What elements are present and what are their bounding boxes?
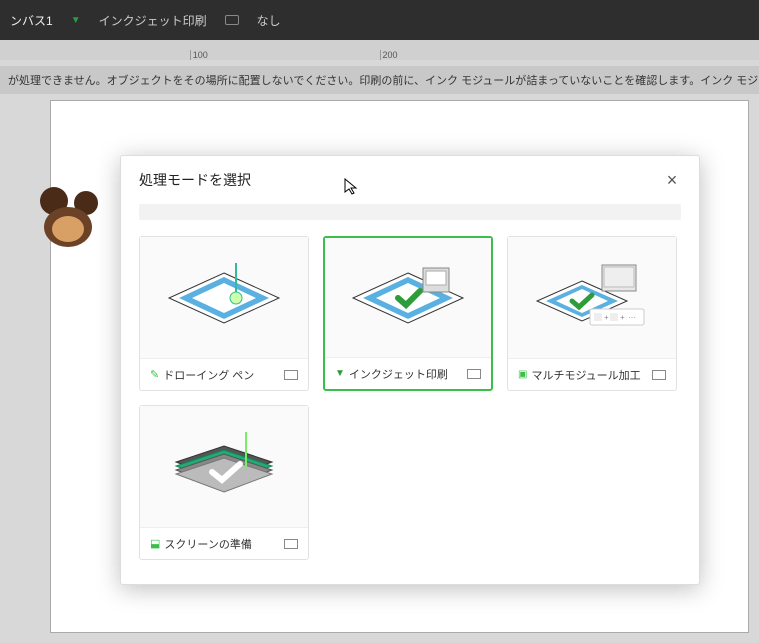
card-image: [140, 237, 308, 358]
expand-icon: [284, 370, 298, 380]
warning-banner: が処理できません。オブジェクトをその場所に配置しないでください。印刷の前に、イン…: [0, 66, 759, 94]
svg-text:···: ···: [628, 313, 636, 322]
module-icon: [225, 15, 239, 25]
card-drawing-pen[interactable]: ✎ ドローイング ペン: [139, 236, 309, 391]
card-label: インクジェット印刷: [349, 366, 448, 382]
cursor-icon: [344, 178, 360, 196]
card-image: [140, 406, 308, 527]
card-grid: ✎ ドローイング ペン ▼ インクジェット印刷: [121, 220, 699, 576]
card-image: + + ···: [508, 237, 676, 358]
card-image: [325, 238, 491, 357]
card-screen-prep[interactable]: ⬓ スクリーンの準備: [139, 405, 309, 560]
svg-text:+: +: [620, 313, 625, 322]
card-label: ドローイング ペン: [163, 367, 254, 383]
modal-strip: [139, 204, 681, 220]
expand-icon: [467, 369, 481, 379]
expand-icon: [652, 370, 666, 380]
card-label: スクリーンの準備: [164, 536, 251, 552]
multi-icon: ▣: [518, 369, 527, 380]
card-inkjet-print[interactable]: ▼ インクジェット印刷: [323, 236, 493, 391]
none-label[interactable]: なし: [257, 12, 281, 29]
inkjet-icon: ▼: [71, 15, 81, 26]
mode-label[interactable]: インクジェット印刷: [99, 12, 207, 29]
modal-title: 処理モードを選択: [139, 170, 251, 190]
topbar: ンバス1 ▼ インクジェット印刷 なし: [0, 0, 759, 40]
artwork-shape: [26, 181, 106, 261]
screen-icon: ⬓: [150, 537, 160, 550]
card-label: マルチモジュール加工: [531, 367, 640, 383]
mode-select-modal: 処理モードを選択 × ✎ ドローイング ペン: [120, 155, 700, 585]
svg-text:+: +: [604, 313, 609, 322]
inkjet-icon: ▼: [335, 368, 345, 379]
close-button[interactable]: ×: [663, 171, 681, 189]
expand-icon: [284, 539, 298, 549]
card-multi-module[interactable]: + + ··· ▣ マルチモジュール加工: [507, 236, 677, 391]
ruler-horizontal: 100 200: [0, 40, 759, 60]
modal-header: 処理モードを選択 ×: [121, 156, 699, 204]
canvas-tab[interactable]: ンバス1: [10, 12, 53, 29]
pen-icon: ✎: [150, 368, 159, 381]
